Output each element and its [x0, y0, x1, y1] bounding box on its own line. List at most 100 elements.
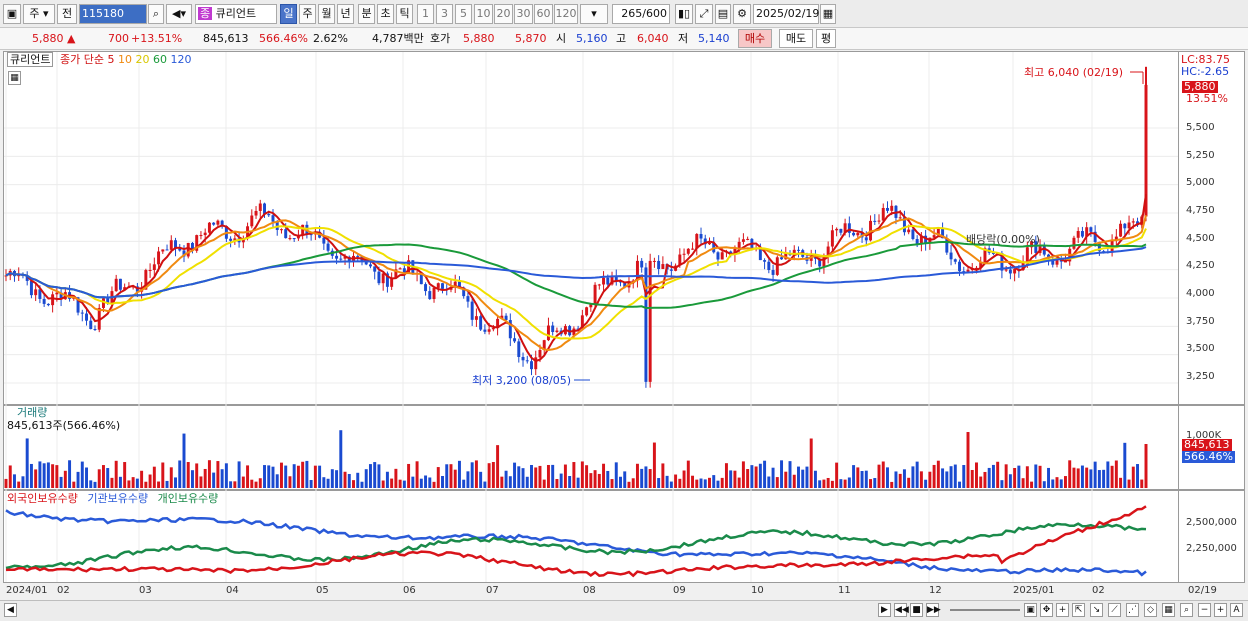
volume-value: 845,613주(566.46%) — [7, 419, 121, 432]
x-label: 02/19 — [1188, 585, 1217, 596]
price-value: 5,880 — [32, 32, 64, 45]
calendar-icon[interactable]: ▦ — [820, 4, 836, 24]
fast-forward-icon[interactable]: ▶▶ — [926, 603, 941, 617]
quote-ask: 5,880 — [463, 32, 495, 45]
y-tick: 4,000 — [1186, 288, 1215, 299]
interval-20[interactable]: 20 — [494, 4, 513, 24]
crosshair-icon[interactable]: + — [1056, 603, 1069, 617]
prev-button[interactable]: 전 — [57, 4, 77, 24]
line-icon[interactable]: ⟋ — [1108, 603, 1121, 617]
quote-high-label: 고 — [616, 32, 627, 45]
legend-prefix: 종가 단순 — [59, 53, 104, 66]
zoom-slider[interactable] — [950, 609, 1020, 611]
holdings-y-tick: 2,500,000 — [1186, 517, 1237, 528]
quote-price: 5,880 ▲ — [32, 32, 76, 45]
volume-title: 거래량 — [17, 406, 48, 419]
search-icon[interactable]: ⌕ — [148, 4, 164, 24]
y-tick: 4,500 — [1186, 233, 1215, 244]
candle-icon[interactable]: ▮▯ — [675, 4, 693, 24]
x-label: 2024/01 — [6, 585, 48, 596]
tab-tick[interactable]: 틱 — [396, 4, 413, 24]
x-label: 2025/01 — [1013, 585, 1055, 596]
speaker-icon[interactable]: ◀▾ — [166, 4, 192, 24]
y-tick: 3,250 — [1186, 371, 1215, 382]
minus-icon[interactable]: − — [1198, 603, 1211, 617]
tab-second[interactable]: 초 — [377, 4, 394, 24]
x-label: 10 — [751, 585, 764, 596]
interval-3[interactable]: 3 — [436, 4, 453, 24]
interval-select[interactable]: ▾ — [580, 4, 608, 24]
buy-button[interactable]: 매수 — [738, 29, 772, 48]
stock-name-field[interactable]: 종 큐리언트 — [195, 4, 277, 24]
select-icon[interactable]: ⇱ — [1072, 603, 1085, 617]
shape-icon[interactable]: ◇ — [1144, 603, 1157, 617]
scroll-right-icon[interactable]: ▶ — [878, 603, 891, 617]
rewind-icon[interactable]: ◀◀ — [894, 603, 909, 617]
quote-open-label: 시 — [556, 32, 567, 45]
holdings-axis — [1179, 490, 1245, 583]
interval-5[interactable]: 5 — [455, 4, 472, 24]
y-tick: 4,750 — [1186, 205, 1215, 216]
legend-individual: 개인보유수량 — [157, 492, 219, 505]
line-tool-icon[interactable]: ⤢ — [695, 4, 713, 24]
volume-pct-tag: 566.46% — [1182, 450, 1235, 463]
quote-high: 6,040 — [637, 32, 669, 45]
quote-change-pct: +13.51% — [131, 32, 183, 45]
quote-volume: 845,613 — [203, 32, 249, 45]
plus-icon[interactable]: + — [1214, 603, 1227, 617]
save-icon[interactable]: ▤ — [715, 4, 731, 24]
grid-icon[interactable]: ▦ — [8, 71, 21, 85]
stock-name: 큐리언트 — [215, 7, 257, 20]
count-value: 265 — [621, 7, 643, 20]
interval-60[interactable]: 60 — [534, 4, 553, 24]
tab-minute[interactable]: 분 — [358, 4, 375, 24]
chart-settings-icon[interactable]: ▦ — [1162, 603, 1175, 617]
stop-icon[interactable]: ■ — [910, 603, 923, 617]
high-annotation: 최고 6,040 (02/19) — [1024, 66, 1124, 79]
gear-icon[interactable]: ⚙ — [733, 4, 751, 24]
trend-icon[interactable]: ↘ — [1090, 603, 1103, 617]
price-panel[interactable] — [3, 51, 1179, 405]
y-tick: 5,000 — [1186, 177, 1215, 188]
y-tick: 3,500 — [1186, 343, 1215, 354]
legend-institution: 기관보유수량 — [87, 492, 149, 505]
interval-30[interactable]: 30 — [514, 4, 533, 24]
date-input[interactable]: 2025/02/19 — [753, 4, 819, 24]
chart-menu-icon[interactable]: ▣ — [3, 4, 21, 24]
tab-week[interactable]: 주 — [299, 4, 316, 24]
interval-10[interactable]: 10 — [474, 4, 493, 24]
interval-120[interactable]: 120 — [554, 4, 578, 24]
volume-panel[interactable] — [3, 405, 1179, 490]
x-label: 09 — [673, 585, 686, 596]
ma10-label: 10 — [117, 53, 132, 66]
avg-button[interactable]: 평 — [816, 29, 836, 48]
count-input[interactable]: 265/600 — [612, 4, 670, 24]
ma60-label: 60 — [152, 53, 167, 66]
holdings-y-tick: 2,250,000 — [1186, 543, 1237, 554]
dividend-annotation: 배당락(0.00%) — [966, 233, 1040, 246]
market-select[interactable]: 주 ▾ — [23, 4, 55, 24]
sell-button[interactable]: 매도 — [779, 29, 813, 48]
code-input[interactable]: 115180 — [79, 4, 147, 24]
x-label: 08 — [583, 585, 596, 596]
tab-year[interactable]: 년 — [337, 4, 354, 24]
tab-month[interactable]: 월 — [318, 4, 335, 24]
fib-icon[interactable]: ⋰ — [1126, 603, 1139, 617]
ma120-label: 120 — [170, 53, 192, 66]
tab-day[interactable]: 일 — [280, 4, 297, 24]
interval-1[interactable]: 1 — [417, 4, 434, 24]
scroll-left-icon[interactable]: ◀ — [4, 603, 17, 617]
x-label: 12 — [929, 585, 942, 596]
search-icon[interactable]: ⌕ — [1180, 603, 1193, 617]
pan-icon[interactable]: ✥ — [1040, 603, 1053, 617]
price-legend: 큐리언트 종가 단순 5 10 20 60 120 — [7, 52, 192, 67]
quote-ask-label: 호가 — [430, 32, 451, 45]
quote-open: 5,160 — [576, 32, 608, 45]
ma20-label: 20 — [135, 53, 150, 66]
x-label: 02 — [57, 585, 70, 596]
text-icon[interactable]: A — [1230, 603, 1243, 617]
x-label: 02 — [1092, 585, 1105, 596]
low-annotation: 최저 3,200 (08/05) — [472, 374, 572, 387]
copy-icon[interactable]: ▣ — [1024, 603, 1037, 617]
legend-foreign: 외국인보유수량 — [7, 492, 78, 505]
